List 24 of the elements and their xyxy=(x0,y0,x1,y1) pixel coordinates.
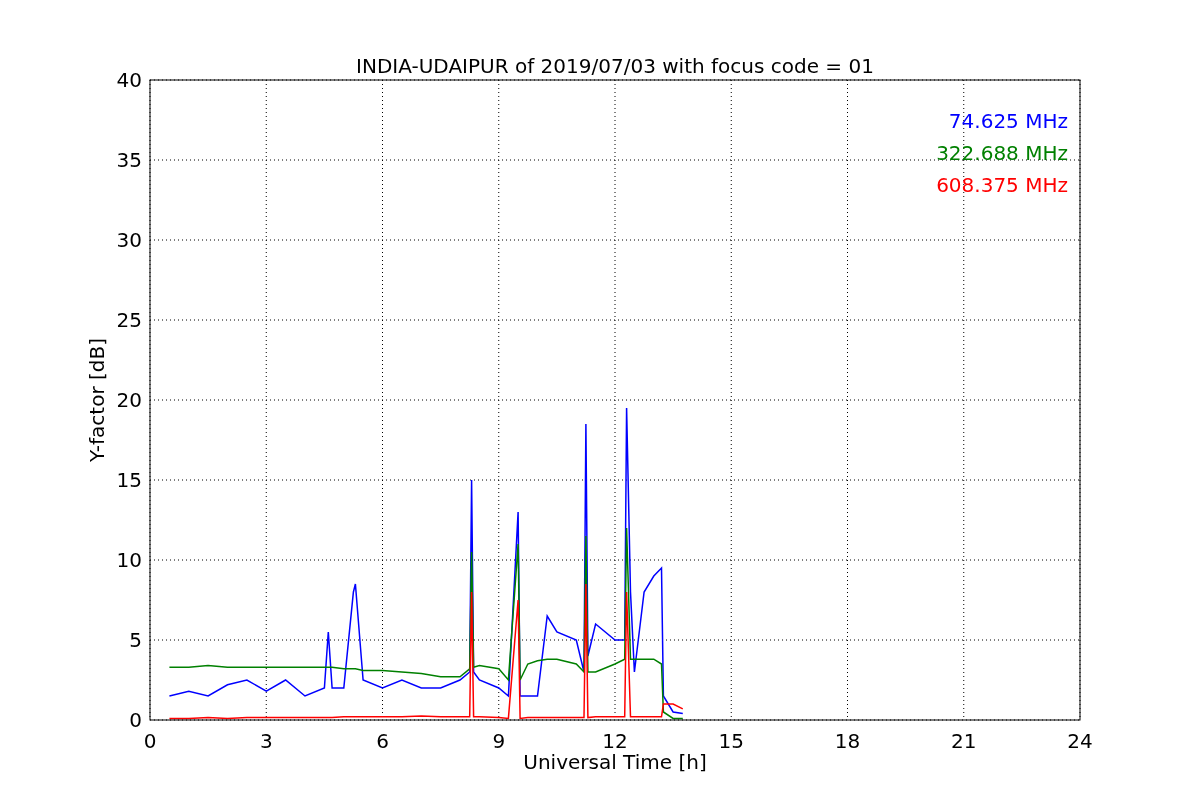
tick-label: 18 xyxy=(834,729,861,753)
legend-label: 608.375 MHz xyxy=(936,173,1068,197)
legend-label: 322.688 MHz xyxy=(936,141,1068,165)
tick-label: 0 xyxy=(143,729,157,753)
tick-label: 3 xyxy=(259,729,273,753)
tick-label: 9 xyxy=(492,729,506,753)
tick-label: 10 xyxy=(116,548,142,572)
x-axis-label: Universal Time [h] xyxy=(523,750,707,774)
tick-label: 5 xyxy=(129,628,142,652)
legend-label: 74.625 MHz xyxy=(948,109,1068,133)
tick-label: 20 xyxy=(116,388,142,412)
chart-title: INDIA-UDAIPUR of 2019/07/03 with focus code = 01 xyxy=(356,54,874,78)
tick-label: 30 xyxy=(116,228,142,252)
tick-label: 21 xyxy=(951,729,977,753)
y-axis-label: Y-factor [dB] xyxy=(85,338,109,462)
tick-label: 0 xyxy=(129,708,142,732)
tick-label: 35 xyxy=(116,148,142,172)
tick-label: 40 xyxy=(116,68,142,92)
tick-label: 15 xyxy=(718,729,744,753)
tick-label: 6 xyxy=(376,729,389,753)
tick-label: 25 xyxy=(116,308,142,332)
tick-label: 12 xyxy=(602,729,628,753)
tick-label: 15 xyxy=(116,468,142,492)
tick-label: 24 xyxy=(1067,729,1093,753)
